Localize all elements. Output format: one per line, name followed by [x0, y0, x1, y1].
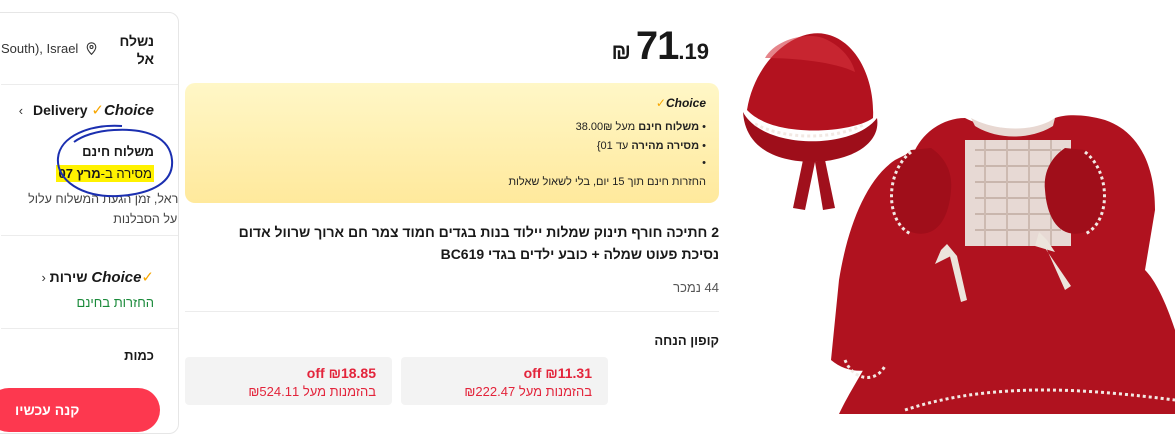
choice-check-icon: ✓ [91, 102, 104, 119]
coupon-label: קופון הנחה [654, 333, 719, 348]
ship-to-label: נשלח אל [119, 33, 154, 67]
choice-benefit-empty: • [702, 157, 706, 169]
choice-logo: ✓Choice [91, 102, 154, 119]
coupon-card[interactable]: ₪18.85 off בהזמנות מעל ₪524.11 [185, 357, 392, 405]
free-returns-text: החזרות בחינם [76, 295, 155, 310]
ship-to-location-text: South), Israel [1, 41, 79, 56]
choice-check-icon: ✓ [141, 269, 154, 286]
divider [1, 235, 178, 236]
bonnet-illustration [743, 33, 878, 210]
coupon-card[interactable]: ₪11.31 off בהזמנות מעל ₪222.47 [401, 357, 608, 405]
divider [1, 84, 178, 85]
coupon-amount: ₪18.85 off [306, 365, 376, 381]
ship-to-location[interactable]: South), Israel [1, 41, 97, 56]
sold-count: 44 נמכר [673, 280, 719, 295]
product-image[interactable] [735, 0, 1175, 414]
product-price: ₪ 71.19 [611, 24, 709, 69]
choice-box-title: ✓Choice [655, 96, 706, 110]
quantity-label: כמות [124, 348, 154, 363]
coupon-condition: בהזמנות מעל ₪222.47 [464, 384, 592, 399]
delivery-date: מסירה ב-מרץ 07 [56, 165, 154, 182]
choice-benefit-free-shipping: • משלוח חינם מעל 38.00₪ [575, 121, 706, 133]
dress-illustration [831, 115, 1175, 414]
location-pin-icon [86, 42, 97, 55]
choice-check-icon: ✓ [655, 96, 666, 110]
price-decimal: .19 [678, 39, 709, 64]
price-currency: ₪ [611, 39, 631, 64]
delivery-delay-note: עקב המצב בישראל, זמן הגעת המשלוח עלול לה… [28, 192, 179, 226]
choice-benefits-box: ✓Choice • משלוח חינם מעל 38.00₪ • מסירה … [185, 83, 719, 203]
divider [185, 311, 719, 312]
product-title: 2 חתיכה חורף תינוק שמלות יילוד בנות בגדי… [238, 224, 719, 262]
free-shipping-text: משלוח חינם [82, 144, 154, 159]
coupon-amount: ₪11.31 off [523, 365, 592, 381]
chevron-left-icon: ‹ [18, 103, 24, 118]
choice-delivery-link[interactable]: ‹ Delivery ✓Choice [19, 101, 154, 119]
chevron-left-icon: ‹ [41, 270, 46, 285]
service-label: שירות [49, 269, 88, 285]
shipping-side-panel: נשלח אל South), Israel ‹ Delivery ✓Choic… [0, 12, 179, 434]
delivery-label: Delivery [33, 102, 88, 118]
choice-benefit-free-returns: החזרות חינם תוך 15 יום, בלי לשאול שאלות [508, 176, 706, 188]
divider [1, 328, 178, 329]
choice-logo: ✓Choice [91, 269, 154, 286]
buy-now-button[interactable]: קנה עכשיו [0, 388, 160, 432]
choice-benefit-fast-delivery: • מסירה מהירה עד 01} [596, 140, 706, 152]
price-integer: 71 [635, 24, 679, 68]
choice-service-link[interactable]: ✓Choice שירות ‹ [41, 268, 154, 286]
coupon-condition: בהזמנות מעל ₪524.11 [248, 384, 376, 399]
